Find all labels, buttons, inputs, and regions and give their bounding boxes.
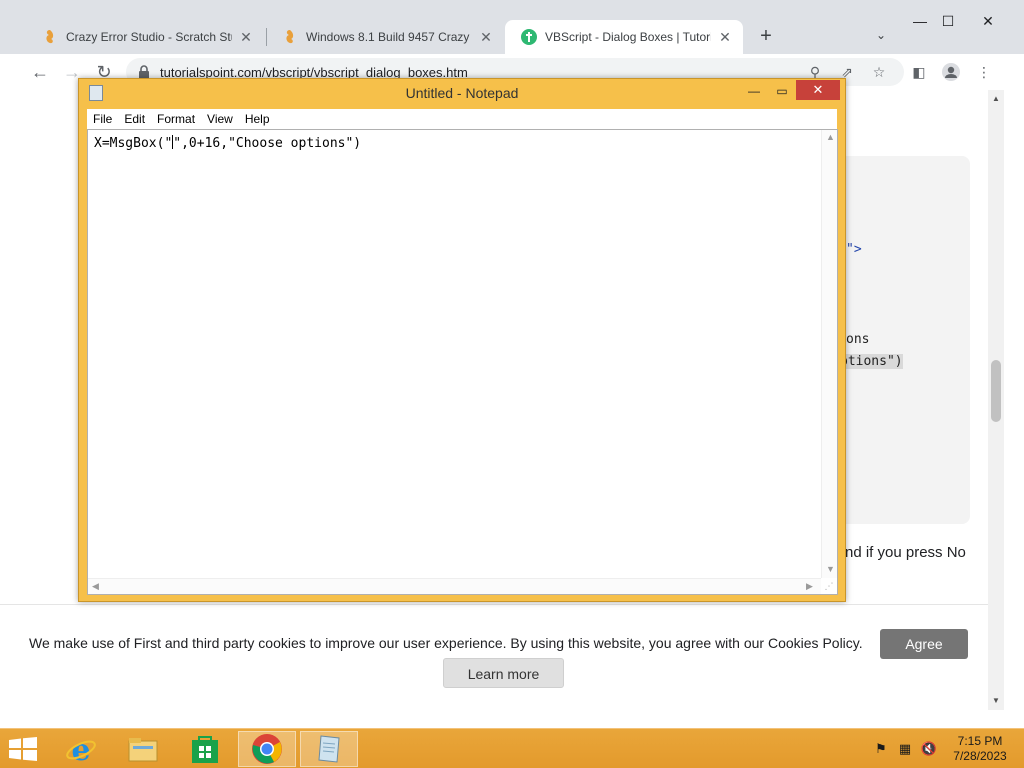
lock-icon — [139, 65, 149, 79]
tab-strip: Crazy Error Studio - Scratch Studio ✕ Wi… — [0, 0, 1024, 54]
notepad-title: Untitled - Notepad — [405, 85, 519, 101]
menu-file[interactable]: File — [87, 112, 118, 126]
chrome-icon — [252, 734, 282, 764]
taskbar-notepad[interactable] — [300, 731, 358, 767]
action-center-flag-icon[interactable]: ⚑ — [872, 741, 890, 757]
editor-text-after-caret: ",0+16,"Choose options") — [173, 136, 362, 151]
window-close-button[interactable]: ✕ — [974, 10, 1002, 32]
editor-line: X=MsgBox("",0+16,"Choose options") — [94, 135, 361, 151]
learn-more-button[interactable]: Learn more — [443, 658, 564, 688]
window-minimize-button[interactable]: — — [906, 10, 934, 32]
taskbar: e ⚑ ▦ 🔇 7:15 PM 7/28/2023 — [0, 728, 1024, 768]
tab-title: VBScript - Dialog Boxes | Tutorialspoint — [545, 30, 711, 44]
resize-grip-icon[interactable]: ⋰ — [821, 578, 837, 594]
bookmark-star-icon[interactable]: ☆ — [870, 63, 888, 81]
agree-button[interactable]: Agree — [880, 629, 968, 659]
taskbar-internet-explorer[interactable]: e — [52, 731, 110, 767]
code-fragment-highlighted: ptions") — [840, 354, 903, 369]
store-icon — [192, 736, 218, 763]
scrollbar-thumb[interactable] — [991, 360, 1001, 422]
internet-explorer-icon: e — [66, 733, 96, 765]
scroll-up-arrow-icon[interactable]: ▲ — [988, 94, 1004, 103]
clock-time: 7:15 PM — [957, 734, 1003, 748]
notepad-horizontal-scrollbar[interactable]: ◀ ▶ — [88, 578, 821, 594]
tab-windows-81-build[interactable]: Windows 8.1 Build 9457 Crazy Error ✕ — [266, 20, 504, 54]
window-maximize-button[interactable]: ☐ — [934, 10, 962, 32]
new-tab-button[interactable]: + — [756, 26, 776, 46]
code-fragment: ons — [846, 332, 870, 347]
menu-edit[interactable]: Edit — [118, 112, 151, 126]
tutorialspoint-icon — [521, 29, 537, 45]
notepad-icon — [318, 735, 340, 763]
page-scrollbar[interactable]: ▲ ▼ — [988, 90, 1004, 710]
scroll-left-arrow-icon[interactable]: ◀ — [92, 581, 99, 592]
system-clock[interactable]: 7:15 PM 7/28/2023 — [940, 734, 1020, 764]
scratch-icon — [42, 29, 58, 45]
tab-title: Windows 8.1 Build 9457 Crazy Error — [306, 30, 472, 44]
taskbar-store[interactable] — [176, 731, 234, 767]
scroll-up-arrow-icon[interactable]: ▲ — [826, 132, 835, 142]
windows-start-icon[interactable] — [8, 737, 38, 761]
notepad-maximize-button[interactable]: ▭ — [769, 81, 795, 101]
tab-vbscript-dialog-boxes[interactable]: VBScript - Dialog Boxes | Tutorialspoint… — [505, 20, 743, 54]
scroll-down-arrow-icon[interactable]: ▼ — [988, 696, 1004, 705]
notepad-text-area[interactable]: X=MsgBox("",0+16,"Choose options") ▲ ▼ ◀… — [87, 129, 838, 595]
notepad-close-button[interactable]: ✕ — [796, 80, 840, 100]
tab-search-chevron-icon[interactable]: ⌄ — [876, 28, 886, 42]
notepad-menubar: File Edit Format View Help — [87, 109, 837, 129]
menu-kebab-icon[interactable]: ⋮ — [975, 63, 993, 81]
profile-avatar-icon[interactable] — [942, 63, 960, 81]
taskbar-file-explorer[interactable] — [114, 731, 172, 767]
notepad-vertical-scrollbar[interactable]: ▲ ▼ — [821, 130, 837, 578]
menu-help[interactable]: Help — [239, 112, 276, 126]
tab-title: Crazy Error Studio - Scratch Studio — [66, 30, 232, 44]
cookie-consent-bar: We make use of First and third party coo… — [0, 604, 988, 710]
code-fragment: "> — [846, 242, 862, 257]
scroll-right-arrow-icon[interactable]: ▶ — [806, 581, 813, 592]
notepad-window: Untitled - Notepad — ▭ ✕ File Edit Forma… — [78, 78, 846, 602]
clock-date: 7/28/2023 — [953, 749, 1007, 763]
tab-close-icon[interactable]: ✕ — [478, 29, 494, 45]
notepad-minimize-button[interactable]: — — [741, 81, 767, 101]
tab-close-icon[interactable]: ✕ — [238, 29, 254, 45]
svg-text:e: e — [71, 733, 90, 765]
tab-crazy-error-studio[interactable]: Crazy Error Studio - Scratch Studio ✕ — [26, 20, 264, 54]
cookie-message: We make use of First and third party coo… — [29, 635, 863, 651]
watermark: Bona Sovi — [950, 710, 1005, 724]
menu-format[interactable]: Format — [151, 112, 201, 126]
notepad-titlebar[interactable]: Untitled - Notepad — ▭ ✕ — [79, 79, 845, 107]
back-arrow-icon[interactable]: ← — [29, 61, 51, 83]
file-explorer-icon — [128, 738, 158, 762]
volume-muted-icon[interactable]: 🔇 — [920, 741, 938, 757]
editor-text-before-caret: X=MsgBox(" — [94, 136, 173, 151]
scratch-icon — [282, 29, 298, 45]
network-icon[interactable]: ▦ — [896, 741, 914, 757]
taskbar-chrome[interactable] — [238, 731, 296, 767]
side-panel-icon[interactable]: ◧ — [910, 63, 928, 81]
paragraph-fragment: nd if you press No — [845, 544, 966, 561]
scroll-down-arrow-icon[interactable]: ▼ — [826, 564, 835, 574]
menu-view[interactable]: View — [201, 112, 239, 126]
tab-close-icon[interactable]: ✕ — [717, 29, 733, 45]
